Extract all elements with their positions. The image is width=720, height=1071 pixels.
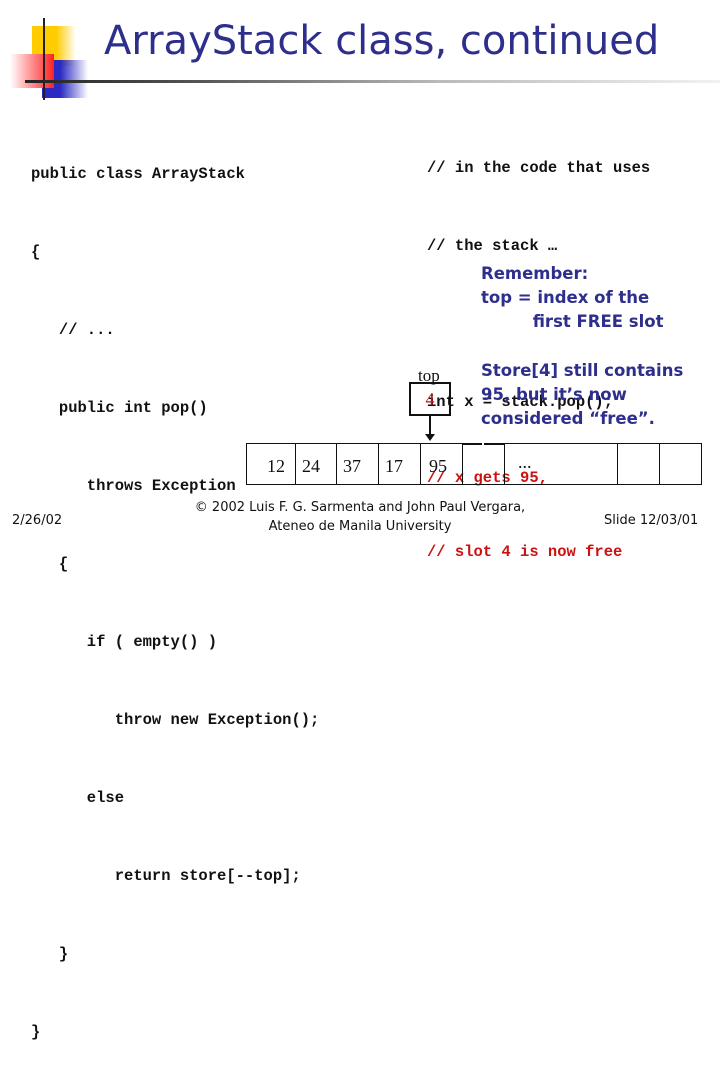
array-cell xyxy=(659,443,702,485)
slide-title: ArrayStack class, continued xyxy=(104,18,660,64)
array-cell: 95 xyxy=(420,443,463,485)
title-underline xyxy=(25,80,720,83)
array-top-border-fragment xyxy=(484,443,504,445)
usage-code-line: // the stack … xyxy=(427,237,558,255)
array-cell xyxy=(617,443,660,485)
array-cell-value: 95 xyxy=(429,456,447,476)
footer-date: 2/26/02 xyxy=(12,513,63,528)
footer-copyright-line: Ateneo de Manila University xyxy=(268,519,452,534)
top-pointer-box: 4 xyxy=(409,382,451,416)
code-line: if ( empty() ) xyxy=(31,633,218,651)
footer-copyright: © 2002 Luis F. G. Sarmenta and John Paul… xyxy=(180,498,540,536)
code-line: { xyxy=(31,243,41,261)
code-line: else xyxy=(31,789,125,807)
footer-copyright-line: © 2002 Luis F. G. Sarmenta and John Paul… xyxy=(194,500,526,515)
footer-slide-number: Slide 12/03/01 xyxy=(604,513,699,528)
array-cell: 12 xyxy=(246,443,296,485)
usage-comment-line: // slot 4 is now free xyxy=(427,543,623,561)
usage-code-line: // in the code that uses xyxy=(427,159,651,177)
array-cell-value: 37 xyxy=(343,456,361,476)
code-block-arraystack: public class ArrayStack { // ... public … xyxy=(31,109,319,1071)
logo-vertical-line xyxy=(43,18,45,100)
code-line: return store[--top]; xyxy=(31,867,301,885)
array-cell: 17 xyxy=(378,443,421,485)
pointer-arrow-head-icon xyxy=(425,434,435,441)
code-line: // ... xyxy=(31,321,115,339)
code-line: public int pop() xyxy=(31,399,208,417)
array-cell: ... xyxy=(504,443,618,485)
remember-note: Remember: top = index of the first FREE … xyxy=(481,264,664,331)
array-cell-value: ... xyxy=(518,452,532,472)
code-line: throw new Exception(); xyxy=(31,711,320,729)
array-cell-value: 24 xyxy=(302,456,320,476)
array-cell: 24 xyxy=(295,443,337,485)
array-cell-value: 17 xyxy=(385,456,403,476)
code-line: } xyxy=(31,1023,41,1041)
code-line: public class ArrayStack xyxy=(31,165,245,183)
array-top-border-fragment xyxy=(462,443,482,445)
code-line: } xyxy=(31,945,69,963)
array-cell xyxy=(462,443,505,485)
array-cell: 37 xyxy=(336,443,379,485)
store-note: Store[4] still contains 95, but it’s now… xyxy=(481,361,684,428)
code-line: { xyxy=(31,555,69,573)
array-cell-value: 12 xyxy=(267,456,285,476)
